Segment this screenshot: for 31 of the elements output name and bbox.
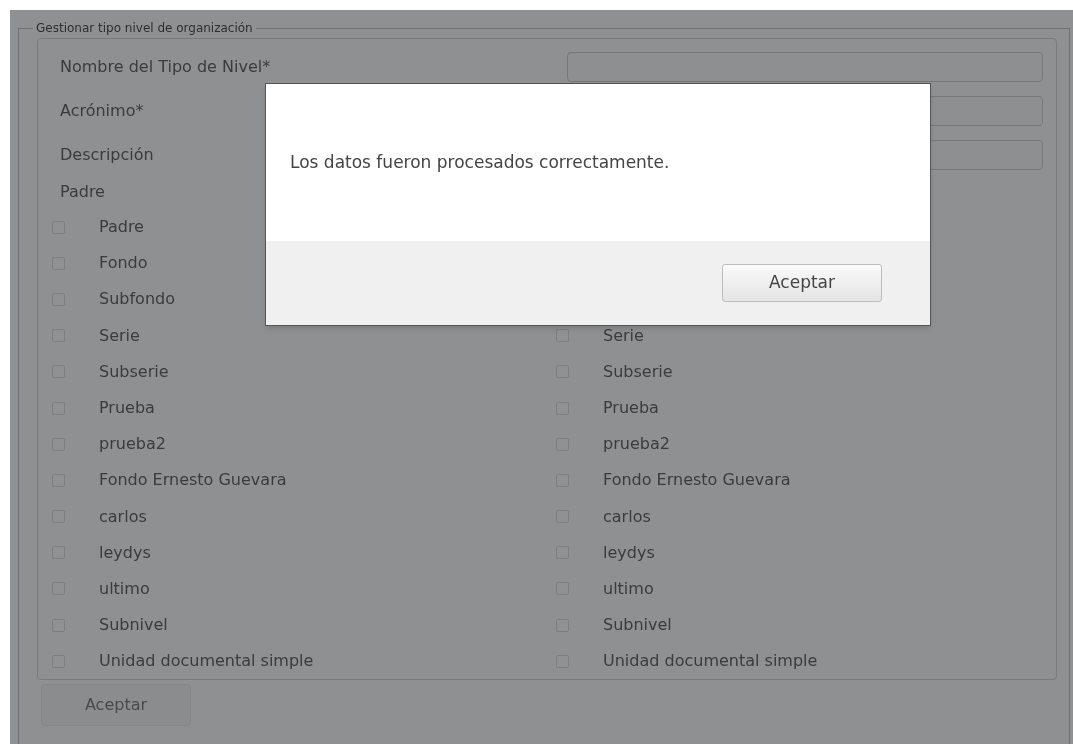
parent-label: Padre [59,181,105,203]
option-label: Subserie [603,360,673,383]
option-label: Fondo Ernesto Guevara [99,469,287,492]
field-label: Acrónimo* [60,101,144,120]
option-label: Subnivel [603,614,672,637]
option-label: Subfondo [99,288,175,311]
option-label: prueba2 [603,433,670,456]
option-label: Fondo [99,252,148,275]
accept-button[interactable]: Aceptar [722,264,882,302]
option-label: Serie [603,324,644,347]
option-label: Padre [99,216,144,239]
option-label: Unidad documental simple [99,650,314,673]
option-label: ultimo [99,577,150,600]
option-label: Prueba [99,397,155,420]
option-label: carlos [603,505,651,528]
option-label: Serie [99,324,140,347]
checkbox[interactable] [556,329,569,343]
option-label: ultimo [603,577,654,600]
option-label: Prueba [603,397,659,420]
option-label: Subserie [99,360,169,383]
option-label: prueba2 [99,433,166,456]
field-label: Nombre del Tipo de Nivel* [60,57,271,76]
fieldset-legend: Gestionar tipo nivel de organización [33,19,256,37]
option-label: carlos [99,505,147,528]
option-label: leydys [99,541,151,564]
field-label: Descripción [60,145,154,164]
option-label: Subnivel [99,614,168,637]
option-label: Fondo Ernesto Guevara [603,469,791,492]
dialog-message: Los datos fueron procesados correctamente. [290,150,670,174]
option-label: leydys [603,541,655,564]
option-label: Unidad documental simple [603,650,818,673]
